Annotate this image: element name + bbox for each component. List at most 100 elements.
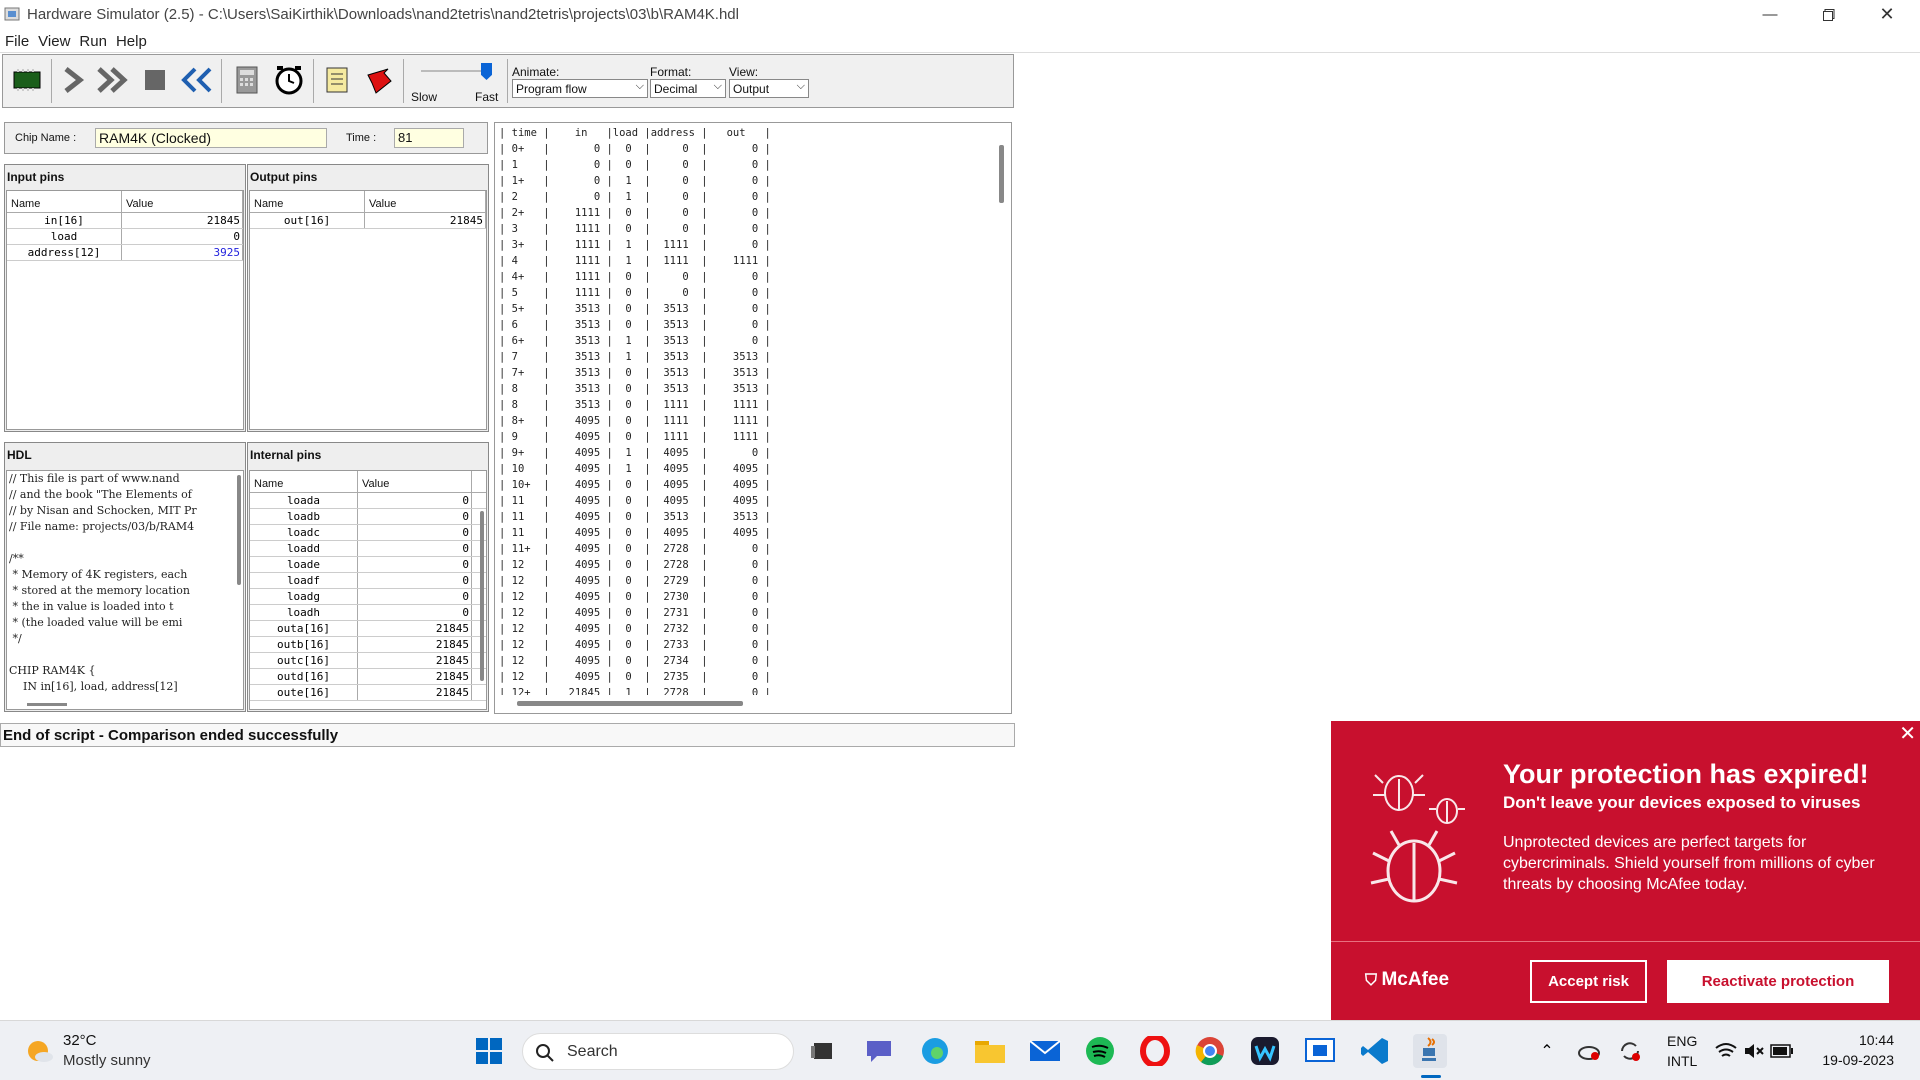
remote-desktop-icon[interactable] xyxy=(1303,1034,1337,1068)
mail-icon[interactable] xyxy=(1028,1034,1062,1068)
internal-pins-vscrollbar[interactable] xyxy=(480,511,484,681)
table-row[interactable]: out[16] 21845 xyxy=(250,213,486,229)
run-icon[interactable] xyxy=(95,61,131,99)
window-title: Hardware Simulator (2.5) - C:\Users\SaiK… xyxy=(27,6,739,23)
chrome-icon[interactable] xyxy=(1193,1034,1227,1068)
breakpoint-icon[interactable] xyxy=(361,61,397,99)
single-step-icon[interactable] xyxy=(55,61,91,99)
input-pins-table: Name Value in[16] 21845 load 0 address[12] 3… xyxy=(6,190,244,430)
col-name[interactable]: Name xyxy=(250,471,358,492)
clock-time[interactable]: 10:44 xyxy=(1844,1032,1894,1048)
search-box[interactable]: Search xyxy=(522,1033,794,1070)
animate-select[interactable]: Program flow ⌵ xyxy=(512,79,648,98)
table-row[interactable]: loadh 0 xyxy=(250,605,486,621)
menu-help[interactable]: Help xyxy=(111,29,151,50)
weather-icon[interactable] xyxy=(26,1037,54,1065)
table-row[interactable]: outb[16] 21845 xyxy=(250,637,486,653)
col-value[interactable]: Value xyxy=(358,471,472,492)
mcafee-popup: ✕ Your protection has expired! Don't lea… xyxy=(1331,721,1920,1020)
reset-icon[interactable] xyxy=(179,61,215,99)
hdl-hscrollbar[interactable] xyxy=(27,703,67,706)
spotify-icon[interactable] xyxy=(1083,1034,1117,1068)
col-name[interactable]: Name xyxy=(7,191,123,212)
close-icon[interactable]: ✕ xyxy=(1864,0,1910,29)
onedrive-icon[interactable] xyxy=(1575,1034,1603,1068)
divider xyxy=(1331,941,1920,942)
windows-start-icon[interactable] xyxy=(472,1034,506,1068)
internal-pins-title: Internal pins xyxy=(250,448,322,462)
reactivate-protection-button[interactable]: Reactivate protection xyxy=(1667,960,1889,1003)
table-row[interactable]: address[12] 3925 xyxy=(7,245,243,261)
table-row[interactable]: outc[16] 21845 xyxy=(250,653,486,669)
weather-temp[interactable]: 32°C xyxy=(63,1032,97,1049)
search-icon xyxy=(536,1044,554,1062)
java-icon[interactable] xyxy=(1413,1034,1447,1068)
script-icon[interactable] xyxy=(319,61,355,99)
mcafee-heading: Your protection has expired! xyxy=(1503,759,1869,789)
stop-icon[interactable] xyxy=(137,61,173,99)
keyboard-layout[interactable]: INTL xyxy=(1667,1053,1697,1069)
view-label: View: xyxy=(729,65,759,79)
battery-icon[interactable] xyxy=(1770,1034,1794,1068)
hdl-text: // This file is part of www.nand // and … xyxy=(9,471,237,693)
bug-icon xyxy=(1370,774,1465,903)
active-app-indicator xyxy=(1421,1075,1441,1078)
edge-icon[interactable] xyxy=(918,1034,952,1068)
table-row[interactable]: loadc 0 xyxy=(250,525,486,541)
menu-run[interactable]: Run xyxy=(74,29,111,50)
format-select[interactable]: Decimal ⌵ xyxy=(650,79,726,98)
load-chip-icon[interactable] xyxy=(9,61,45,99)
table-row[interactable]: loadd 0 xyxy=(250,541,486,557)
format-label: Format: xyxy=(650,65,692,79)
clock-date[interactable]: 19-09-2023 xyxy=(1816,1052,1894,1068)
speed-slider-thumb[interactable] xyxy=(481,63,492,80)
task-view-icon[interactable] xyxy=(806,1034,840,1068)
output-vscrollbar[interactable] xyxy=(999,145,1004,203)
calculator-icon[interactable] xyxy=(229,61,265,99)
language-indicator[interactable]: ENG xyxy=(1667,1033,1697,1049)
table-row[interactable]: in[16] 21845 xyxy=(7,213,243,229)
table-row[interactable]: loadg 0 xyxy=(250,589,486,605)
col-value[interactable]: Value xyxy=(365,191,486,212)
app-icon xyxy=(4,7,20,21)
chevron-up-icon[interactable]: ⌃ xyxy=(1536,1034,1558,1068)
col-value[interactable]: Value xyxy=(122,191,243,212)
time-label: Time : xyxy=(346,132,377,144)
file-explorer-icon[interactable] xyxy=(973,1034,1007,1068)
table-row[interactable]: outd[16] 21845 xyxy=(250,669,486,685)
table-row[interactable]: outa[16] 21845 xyxy=(250,621,486,637)
fast-label: Fast xyxy=(475,90,499,104)
close-icon[interactable]: ✕ xyxy=(1899,721,1916,746)
hdl-viewer[interactable]: // This file is part of www.nand // and … xyxy=(6,470,244,710)
restore-icon[interactable] xyxy=(1806,0,1852,29)
hdl-vscrollbar[interactable] xyxy=(237,475,241,585)
opera-icon[interactable] xyxy=(1138,1034,1172,1068)
table-row[interactable]: loadb 0 xyxy=(250,509,486,525)
menu-file[interactable]: File xyxy=(0,29,33,50)
table-row[interactable]: loade 0 xyxy=(250,557,486,573)
chip-name-label: Chip Name : xyxy=(15,132,77,144)
col-name[interactable]: Name xyxy=(250,191,366,212)
clock-icon[interactable] xyxy=(271,61,307,99)
speed-slider[interactable] xyxy=(421,63,492,80)
webex-icon[interactable] xyxy=(1248,1034,1282,1068)
table-row[interactable]: oute[16] 21845 xyxy=(250,685,486,701)
menu-view[interactable]: View xyxy=(33,29,74,50)
output-script-panel[interactable]: | time | in |load |address | out | | 0+ … xyxy=(494,122,1012,714)
chat-icon[interactable] xyxy=(862,1034,896,1068)
minimize-icon[interactable]: — xyxy=(1747,0,1793,29)
sync-icon[interactable] xyxy=(1616,1034,1644,1068)
slow-label: Slow xyxy=(411,90,438,104)
accept-risk-button[interactable]: Accept risk xyxy=(1530,960,1647,1003)
wifi-icon[interactable] xyxy=(1714,1034,1738,1068)
weather-desc[interactable]: Mostly sunny xyxy=(63,1052,151,1069)
speaker-muted-icon[interactable] xyxy=(1742,1034,1766,1068)
chip-name-field: RAM4K (Clocked) xyxy=(95,128,327,148)
table-row[interactable]: loadf 0 xyxy=(250,573,486,589)
output-hscrollbar[interactable] xyxy=(517,701,743,706)
table-row[interactable]: loada 0 xyxy=(250,493,486,509)
vscode-icon[interactable] xyxy=(1358,1034,1392,1068)
table-row[interactable]: load 0 xyxy=(7,229,243,245)
view-select[interactable]: Output ⌵ xyxy=(729,79,809,98)
animate-label: Animate: xyxy=(512,65,560,79)
